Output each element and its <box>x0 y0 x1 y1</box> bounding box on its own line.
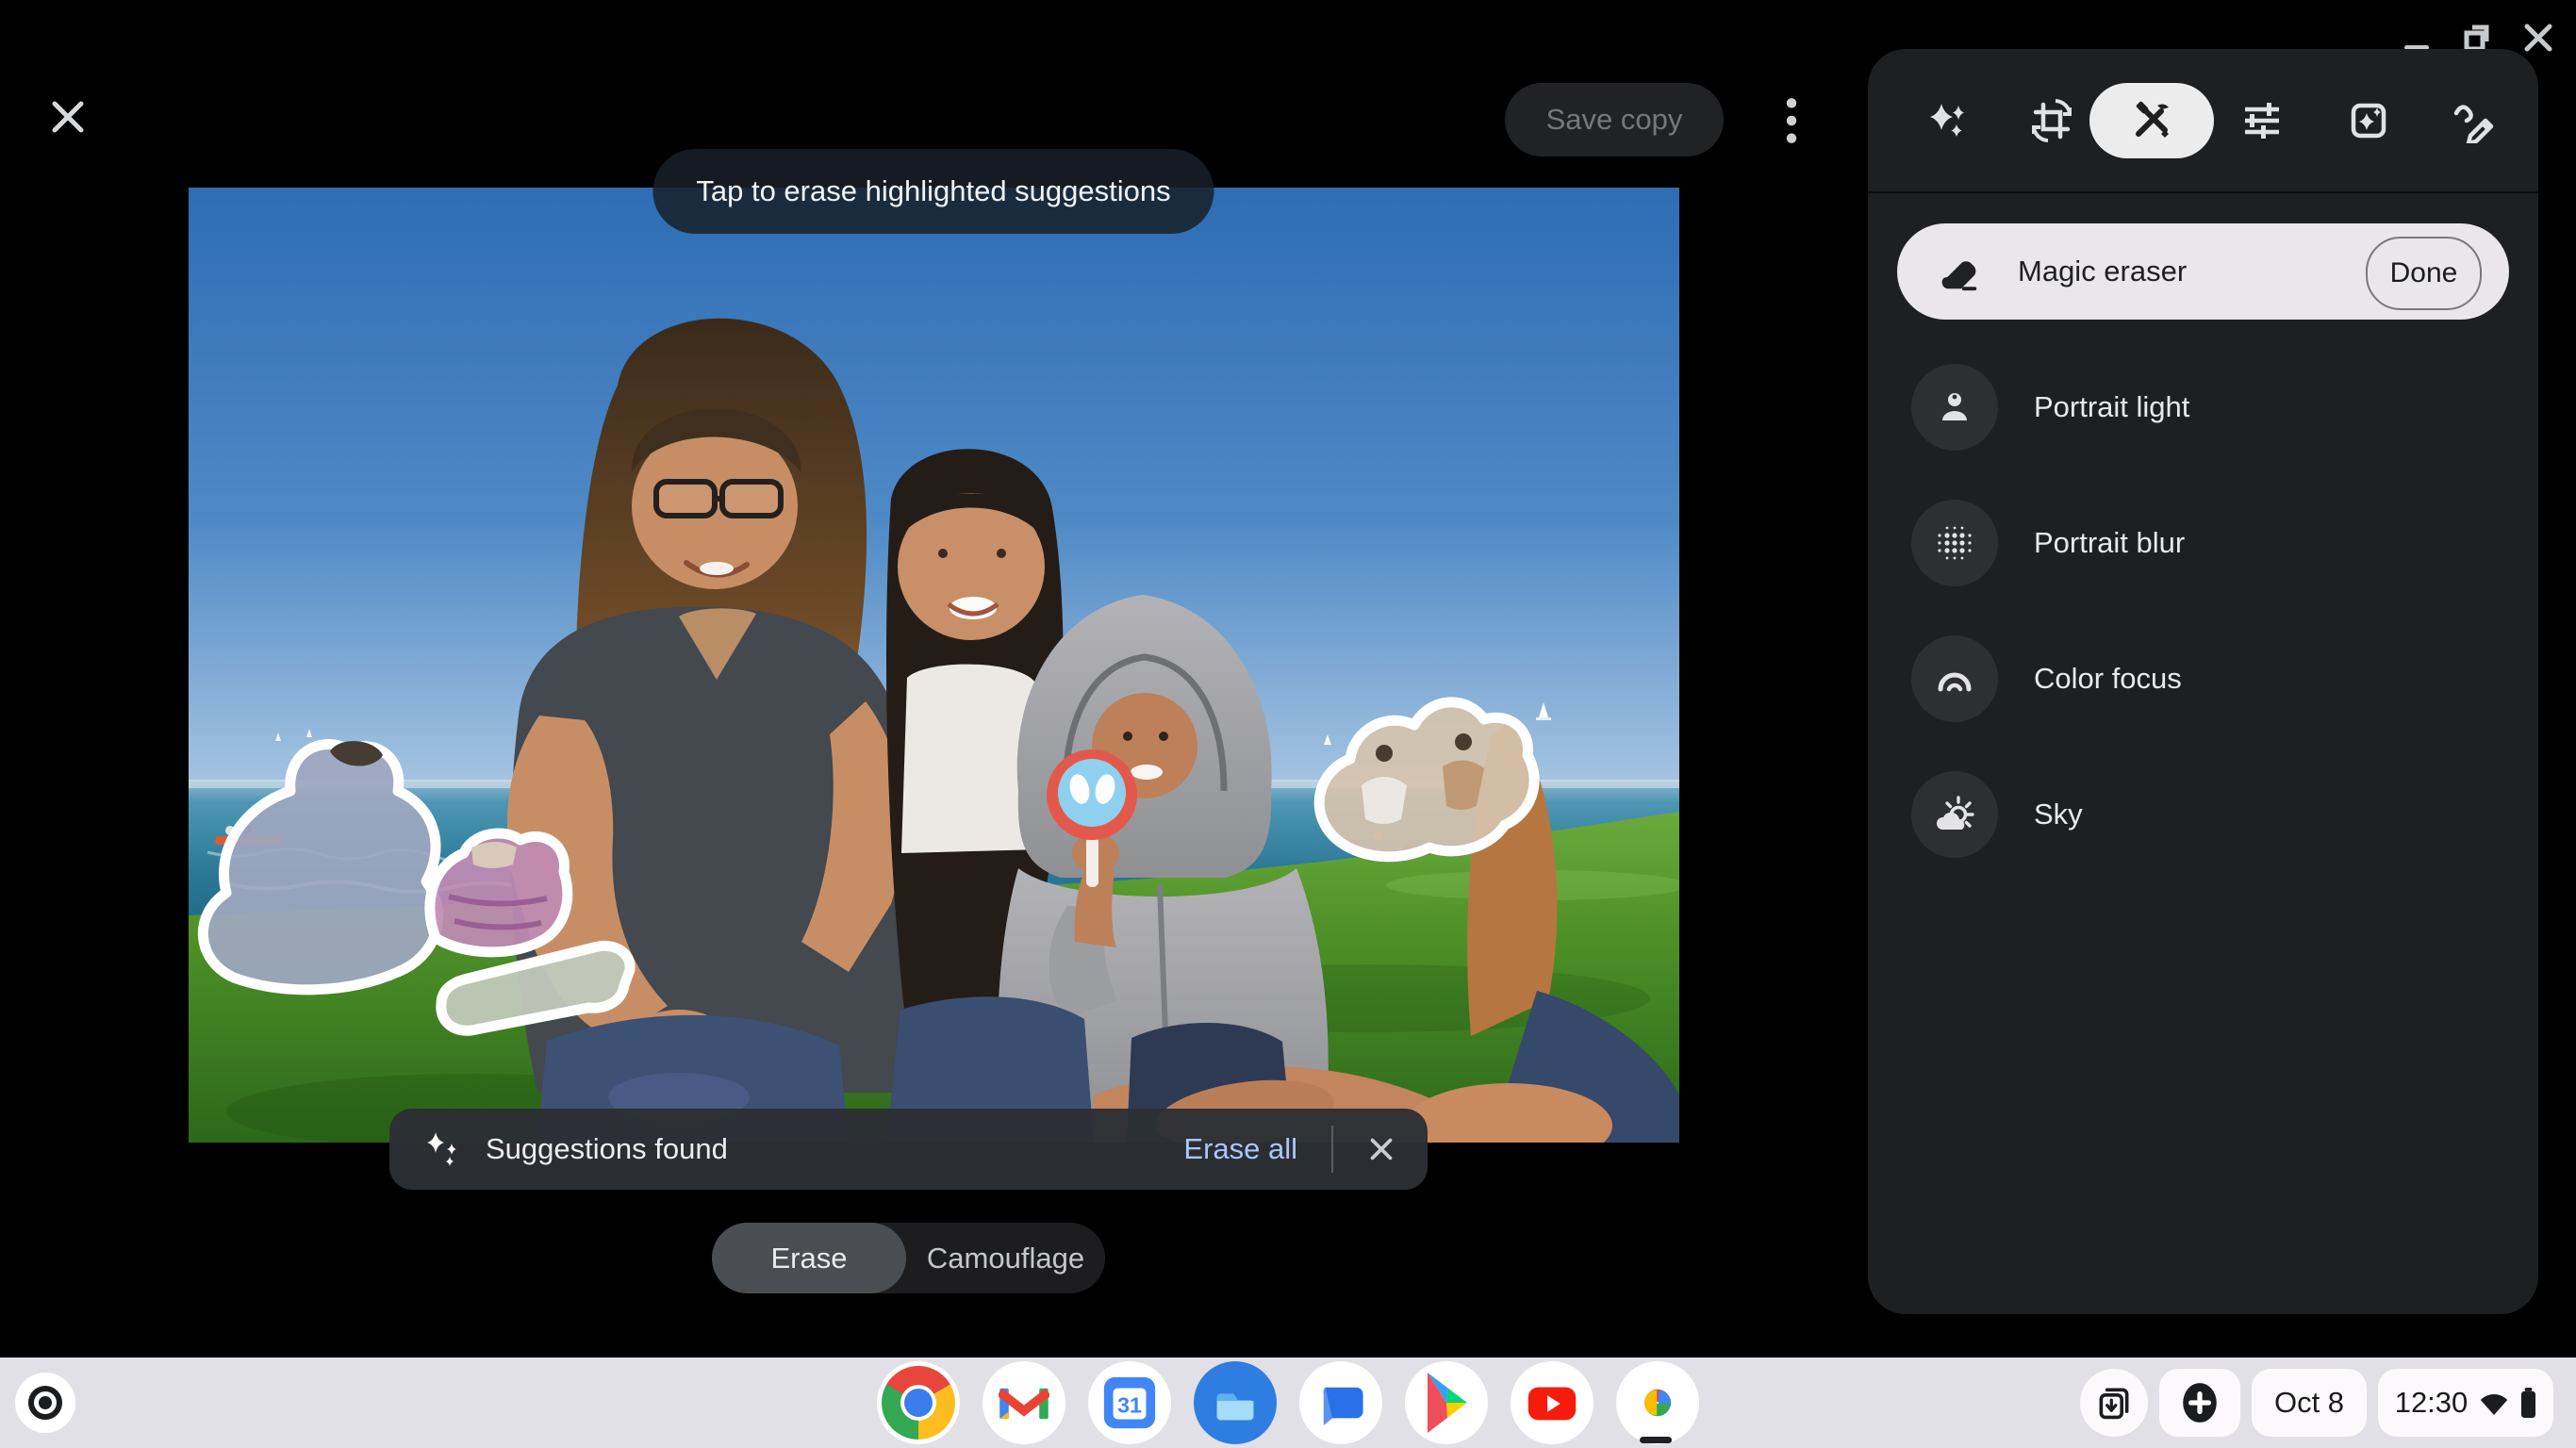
panel-divider <box>1868 191 2538 193</box>
screen-capture-button[interactable] <box>2080 1369 2148 1437</box>
screen-capture-icon <box>2095 1384 2133 1422</box>
launcher-button[interactable] <box>15 1373 75 1433</box>
divider <box>1331 1126 1333 1173</box>
tab-add-effects[interactable] <box>2342 94 2395 147</box>
mode-toggle: Erase Camouflage <box>712 1223 1105 1293</box>
calendar-day: 31 <box>1117 1393 1142 1418</box>
app-messages[interactable] <box>1299 1361 1382 1444</box>
done-button[interactable]: Done <box>2366 237 2482 310</box>
tooltip: Tap to erase highlighted suggestions <box>652 149 1214 234</box>
photos-icon <box>1627 1373 1688 1433</box>
dismiss-suggestions-button[interactable] <box>1365 1133 1397 1165</box>
kebab-icon <box>1785 96 1798 145</box>
tab-tools[interactable] <box>2125 94 2178 147</box>
status-tray: Oct 8 12:30 <box>2080 1369 2553 1437</box>
app-play-store[interactable] <box>1405 1361 1488 1444</box>
camouflage-label: Camouflage <box>927 1242 1084 1275</box>
color-focus-icon <box>1911 635 1998 722</box>
date-pill[interactable]: Oct 8 <box>2252 1369 2367 1437</box>
tab-auto-enhance[interactable] <box>1922 94 1974 147</box>
time-status-pill[interactable]: 12:30 <box>2378 1369 2553 1437</box>
photo-scene <box>189 188 1679 1143</box>
tool-sky[interactable]: Sky <box>1868 747 2538 882</box>
app-calendar[interactable]: 31 <box>1088 1361 1171 1444</box>
tool-color-focus[interactable]: Color focus <box>1868 611 2538 747</box>
markup-icon <box>2452 98 2497 143</box>
adjust-icon <box>2239 98 2285 143</box>
erase-all-link[interactable]: Erase all <box>1183 1132 1297 1166</box>
time-label: 12:30 <box>2395 1386 2469 1420</box>
erase-label: Erase <box>771 1242 848 1275</box>
close-editor-button[interactable] <box>41 90 94 143</box>
mode-camouflage[interactable]: Camouflage <box>906 1223 1105 1293</box>
gmail-icon <box>999 1383 1049 1423</box>
add-icon <box>2178 1381 2221 1424</box>
date-label: Oct 8 <box>2274 1386 2344 1420</box>
quick-add-button[interactable] <box>2159 1369 2240 1437</box>
play-store-icon <box>1405 1361 1488 1444</box>
app-chrome[interactable] <box>877 1361 960 1444</box>
tools-icon <box>2129 98 2174 143</box>
portrait-blur-icon <box>1911 500 1998 586</box>
active-app-indicator <box>1640 1437 1672 1443</box>
save-copy-label: Save copy <box>1546 103 1683 137</box>
tool-label: Color focus <box>2034 662 2182 696</box>
app-photos[interactable] <box>1616 1361 1699 1444</box>
edit-panel: Magic eraser Done Portrait light <box>1868 49 2538 1314</box>
app-youtube[interactable] <box>1511 1361 1593 1444</box>
auto-enhance-icon <box>1925 98 1971 143</box>
tab-adjust[interactable] <box>2236 94 2288 147</box>
window-close-button[interactable] <box>2516 15 2561 60</box>
tool-label: Portrait blur <box>2034 526 2185 560</box>
portrait-light-icon <box>1911 364 1998 451</box>
magic-eraser-label: Magic eraser <box>2018 255 2187 288</box>
tab-markup[interactable] <box>2448 94 2501 147</box>
battery-icon <box>2520 1388 2536 1418</box>
suggestions-title: Suggestions found <box>486 1132 728 1166</box>
files-icon <box>1206 1374 1264 1432</box>
save-copy-button[interactable]: Save copy <box>1505 83 1724 156</box>
tab-crop-rotate[interactable] <box>2025 94 2078 147</box>
more-options-button[interactable] <box>1769 90 1814 151</box>
close-icon <box>49 98 87 136</box>
app-files[interactable] <box>1194 1361 1277 1444</box>
done-label: Done <box>2390 257 2458 289</box>
tools-list: Portrait light Portrait blur <box>1868 339 2538 882</box>
add-effects-icon <box>2346 98 2391 143</box>
tool-label: Portrait light <box>2034 390 2189 424</box>
app-gmail[interactable] <box>983 1361 1065 1444</box>
magic-eraser-row[interactable]: Magic eraser Done <box>1897 223 2509 320</box>
tooltip-text: Tap to erase highlighted suggestions <box>696 174 1170 207</box>
wifi-icon <box>2479 1390 2509 1417</box>
suggestions-bar: Suggestions found Erase all <box>389 1109 1428 1190</box>
crop-rotate-icon <box>2029 98 2074 143</box>
close-icon <box>2519 19 2557 57</box>
sky-icon <box>1911 771 1998 858</box>
mode-erase[interactable]: Erase <box>712 1223 906 1293</box>
sparkle-icon <box>421 1128 463 1170</box>
tool-portrait-blur[interactable]: Portrait blur <box>1868 475 2538 611</box>
tool-portrait-light[interactable]: Portrait light <box>1868 339 2538 475</box>
photo-canvas[interactable] <box>189 188 1679 1143</box>
magic-eraser-icon <box>1937 250 1980 293</box>
tool-label: Sky <box>2034 798 2083 831</box>
launcher-icon <box>25 1382 66 1423</box>
youtube-icon <box>1523 1374 1581 1432</box>
messages-icon <box>1313 1375 1368 1430</box>
chrome-icon <box>882 1366 955 1440</box>
calendar-icon: 31 <box>1100 1374 1159 1432</box>
